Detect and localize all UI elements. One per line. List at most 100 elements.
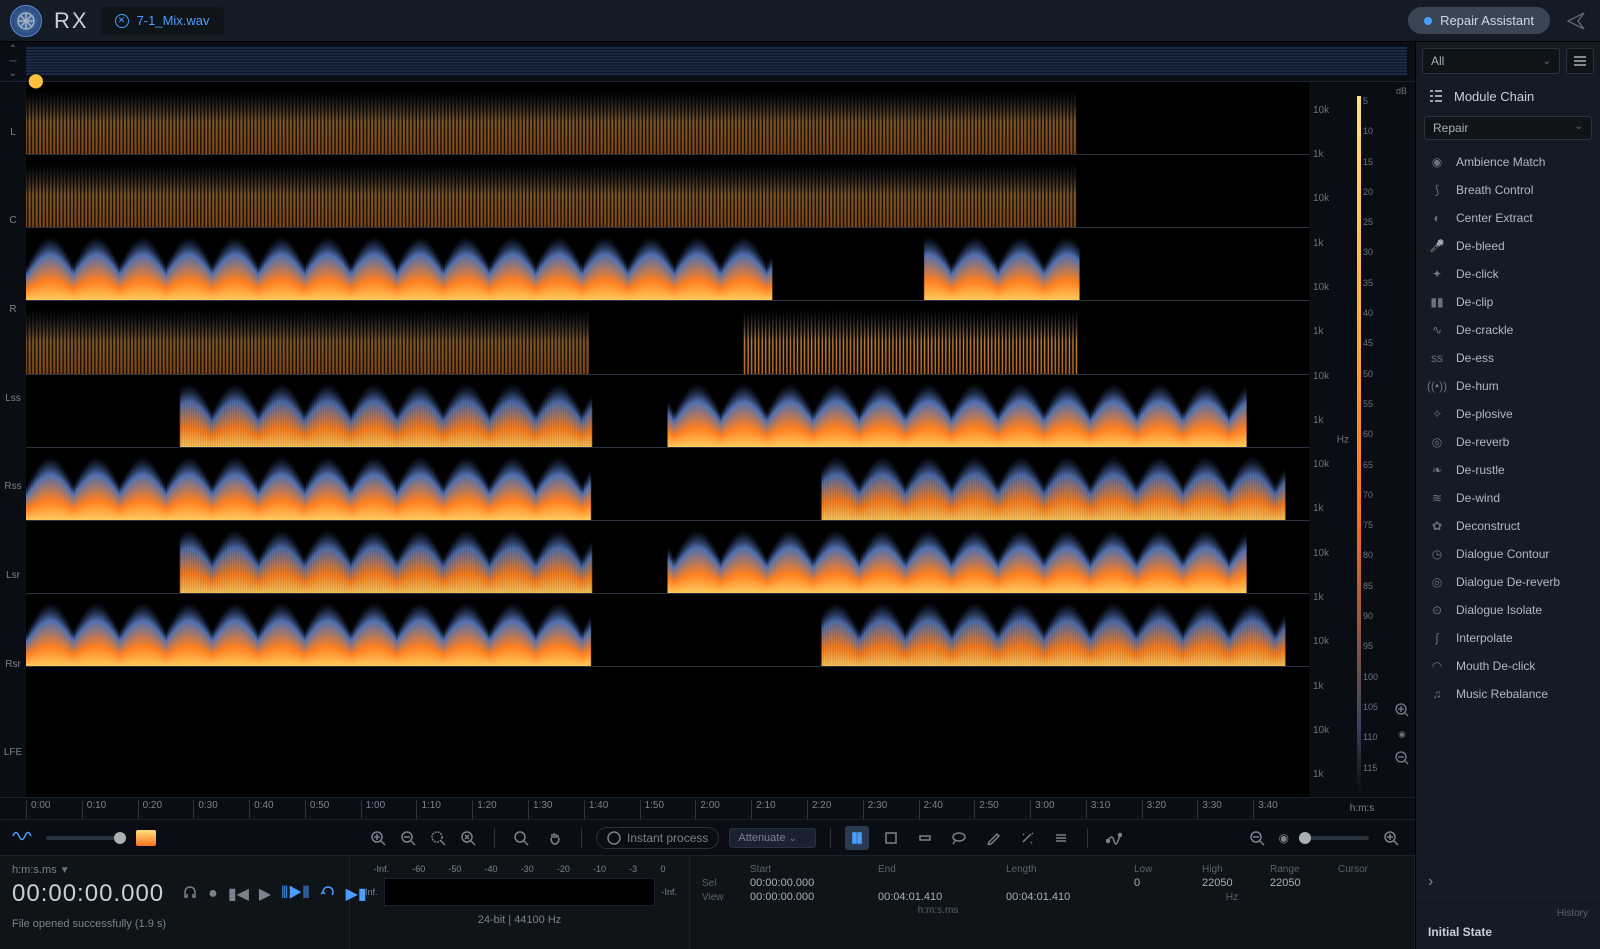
horiz-bands-tool-icon[interactable] (1049, 826, 1073, 850)
close-tab-icon[interactable]: ✕ (115, 14, 129, 28)
module-item[interactable]: ✧De-plosive (1416, 400, 1600, 428)
panel-menu-icon[interactable] (1566, 48, 1594, 74)
channel-label: Lss (0, 354, 26, 443)
magic-wand-tool-icon[interactable] (1015, 826, 1039, 850)
module-icon: ❧ (1428, 461, 1446, 479)
zoom-fit-icon[interactable] (456, 826, 480, 850)
zoom-in-icon[interactable] (366, 826, 390, 850)
play-icon[interactable]: ▶ (259, 884, 271, 904)
module-icon: ≋ (1428, 489, 1446, 507)
module-category-select[interactable]: Repair⌄ (1424, 116, 1592, 140)
loop-icon[interactable] (320, 884, 336, 905)
module-icon: ((•)) (1428, 377, 1446, 395)
module-item[interactable]: ⟆Breath Control (1416, 176, 1600, 204)
module-icon: 🎤 (1428, 237, 1446, 255)
zoom-selection-icon[interactable] (426, 826, 450, 850)
module-item[interactable]: ◠Mouth De-click (1416, 652, 1600, 680)
repair-assistant-button[interactable]: Repair Assistant (1408, 7, 1550, 34)
status-text: File opened successfully (1.9 s) (12, 918, 337, 930)
module-icon: ∫ (1428, 629, 1446, 647)
module-item[interactable]: ♫Music Rebalance (1416, 680, 1600, 708)
headphones-icon[interactable] (182, 884, 198, 905)
module-icon: ◉ (1428, 153, 1446, 171)
freq-range[interactable]: 22050 (1270, 877, 1330, 889)
expand-modules-icon[interactable]: › (1416, 867, 1600, 897)
contour-tool-icon[interactable] (1102, 826, 1126, 850)
module-item[interactable]: ◉Ambience Match (1416, 148, 1600, 176)
instant-process-button[interactable]: Instant process (596, 827, 719, 849)
zoom-out-amplitude-icon[interactable] (1393, 749, 1411, 767)
module-icon: ◎ (1428, 573, 1446, 591)
view-start[interactable]: 00:00:00.000 (750, 891, 870, 903)
module-icon: ♫ (1428, 685, 1446, 703)
meter-left-limit: -Inf. (362, 887, 378, 897)
module-item[interactable]: ◐Center Extract (1416, 204, 1600, 232)
play-selection-icon[interactable]: ⦀▶⦀ (281, 885, 309, 903)
transport-time: 00:00:00.000 (12, 880, 164, 908)
channel-label: Lsr (0, 531, 26, 620)
module-item[interactable]: ssDe-ess (1416, 344, 1600, 372)
spectrogram-display[interactable]: ⬤ (26, 82, 1309, 797)
time-freq-select-tool-icon[interactable] (879, 826, 903, 850)
lasso-tool-icon[interactable] (947, 826, 971, 850)
module-item[interactable]: ❧De-rustle (1416, 456, 1600, 484)
module-item[interactable]: ✿Deconstruct (1416, 512, 1600, 540)
file-tab[interactable]: ✕ 7-1_Mix.wav (101, 7, 224, 34)
freq-low[interactable]: 0 (1134, 877, 1194, 889)
module-item[interactable]: ◎Dialogue De-reverb (1416, 568, 1600, 596)
channel-label: R (0, 265, 26, 354)
db-colorbar (1357, 96, 1361, 793)
module-item[interactable]: ▮▮De-clip (1416, 288, 1600, 316)
module-item[interactable]: ≋De-wind (1416, 484, 1600, 512)
skip-back-icon[interactable]: ▮◀ (228, 884, 249, 904)
view-length[interactable]: 00:04:01.410 (1006, 891, 1126, 903)
zoom-slider[interactable] (1299, 836, 1369, 840)
module-item[interactable]: ◎De-reverb (1416, 428, 1600, 456)
history-item[interactable]: Initial State (1428, 925, 1588, 939)
amplitude-fit-icon[interactable]: ◉ (1393, 725, 1411, 743)
module-icon: ◷ (1428, 545, 1446, 563)
freq-unit: Hz (1337, 434, 1349, 445)
freq-select-tool-icon[interactable] (913, 826, 937, 850)
module-item[interactable]: ⊙Dialogue Isolate (1416, 596, 1600, 624)
module-item[interactable]: ∿De-crackle (1416, 316, 1600, 344)
zoom-out-h-icon[interactable] (1245, 826, 1269, 850)
find-icon[interactable] (509, 826, 533, 850)
meter-right-limit: -Inf. (661, 887, 677, 897)
audio-format-label: 24-bit | 44100 Hz (362, 914, 677, 926)
sel-start[interactable]: 00:00:00.000 (750, 877, 870, 889)
view-blend-slider[interactable] (46, 836, 126, 840)
spectrogram-view-icon[interactable] (136, 830, 156, 846)
level-meter (384, 878, 656, 906)
module-filter-select[interactable]: All⌄ (1422, 48, 1560, 74)
module-item[interactable]: ◷Dialogue Contour (1416, 540, 1600, 568)
waveform-view-icon[interactable] (12, 828, 36, 847)
module-item[interactable]: ((•))De-hum (1416, 372, 1600, 400)
overview-waveform[interactable] (26, 46, 1407, 77)
zoom-reset-icon[interactable]: ◉ (1279, 831, 1289, 845)
channel-label: L (0, 88, 26, 177)
module-icon: ✿ (1428, 517, 1446, 535)
freq-high[interactable]: 22050 (1202, 877, 1262, 889)
channel-label: Rsr (0, 620, 26, 709)
brush-tool-icon[interactable] (981, 826, 1005, 850)
channel-label: C (0, 177, 26, 266)
time-format-label[interactable]: h:m:s.ms ▼ (12, 864, 337, 876)
pan-hand-icon[interactable] (543, 826, 567, 850)
process-mode-select[interactable]: Attenuate ⌄ (729, 828, 816, 848)
overview-collapse-button[interactable]: ⌃─⌄ (0, 42, 26, 81)
zoom-in-amplitude-icon[interactable] (1393, 701, 1411, 719)
module-item[interactable]: ∫Interpolate (1416, 624, 1600, 652)
module-chain-button[interactable]: Module Chain (1416, 80, 1600, 112)
module-item[interactable]: 🎤De-bleed (1416, 232, 1600, 260)
zoom-out-icon[interactable] (396, 826, 420, 850)
module-item[interactable]: ✦De-click (1416, 260, 1600, 288)
timeline-ruler[interactable]: 0:000:100:200:300:400:501:001:101:201:30… (26, 798, 1309, 819)
view-end[interactable]: 00:04:01.410 (878, 891, 998, 903)
repair-assistant-dot-icon (1424, 17, 1432, 25)
send-icon[interactable] (1562, 7, 1590, 35)
zoom-in-h-icon[interactable] (1379, 826, 1403, 850)
record-icon[interactable]: ● (208, 885, 218, 903)
time-select-tool-icon[interactable] (845, 826, 869, 850)
tab-filename: 7-1_Mix.wav (137, 13, 210, 28)
